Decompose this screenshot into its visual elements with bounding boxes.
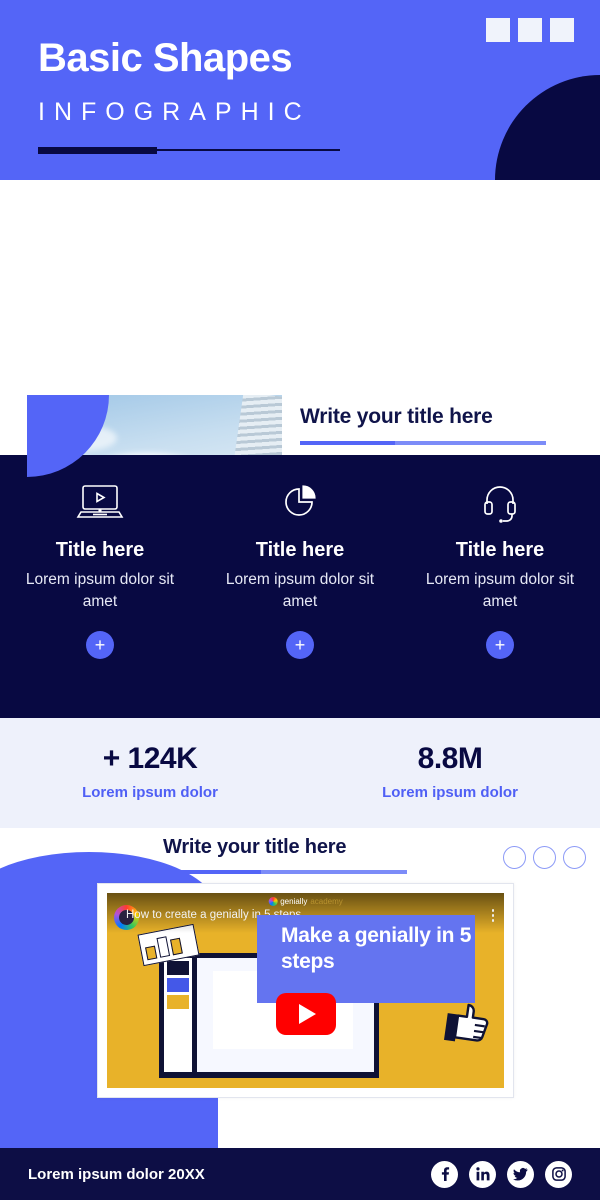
feature-column-2-title: Title here (255, 539, 345, 561)
header-banner: Basic Shapes INFOGRAPHIC (0, 0, 600, 180)
thumb-chart-bar-3 (170, 937, 183, 956)
headset-icon (413, 479, 588, 525)
feature-underline-thick (300, 441, 395, 445)
pie-chart-icon (213, 479, 388, 525)
feature-column-3-plus-button[interactable]: + (486, 631, 514, 659)
stat-2-label: Lorem ipsum dolor (382, 784, 518, 801)
video-overlay-title: Make a genially in 5 steps (257, 915, 475, 1003)
thumb-chart-bar-1 (145, 945, 158, 961)
decor-circle-3 (563, 846, 586, 869)
video-channel-suffix: academy (310, 897, 343, 906)
decor-circle-2 (533, 846, 556, 869)
thumb-sidebar-block-2 (167, 978, 189, 992)
stat-1-label: Lorem ipsum dolor (82, 784, 218, 801)
feature-underline (300, 441, 546, 445)
play-triangle-icon (299, 1003, 316, 1024)
feature-column-1-text: Lorem ipsum dolor sit amet (25, 571, 175, 610)
stats-section: + 124K Lorem ipsum dolor 8.8M Lorem ipsu… (0, 718, 600, 828)
laptop-play-icon (13, 479, 188, 525)
header-square-3 (550, 18, 574, 42)
facebook-icon[interactable] (431, 1160, 458, 1188)
video-title-underline-thick (163, 870, 261, 874)
video-thumbnail[interactable]: Make a genially in 5 steps genially acad… (107, 893, 504, 1088)
decor-circle-1 (503, 846, 526, 869)
feature-title: Write your title here (300, 405, 493, 428)
feature-column-2-plus-button[interactable]: + (286, 631, 314, 659)
feature-column-1-title: Title here (55, 539, 145, 561)
stat-item-2: 8.8M Lorem ipsum dolor (300, 718, 600, 828)
feature-column-3-title: Title here (455, 539, 545, 561)
header-underline-thick (38, 147, 157, 154)
header-square-1 (486, 18, 510, 42)
twitter-icon[interactable] (507, 1160, 534, 1188)
feature-column-3: Title here Lorem ipsum dolor sit amet + (413, 479, 588, 659)
linkedin-icon[interactable] (469, 1160, 496, 1188)
stat-2-number: 8.8M (417, 742, 483, 775)
footer: Lorem ipsum dolor 20XX (0, 1148, 600, 1200)
page-title: Basic Shapes (38, 36, 293, 80)
video-channel-name: genially (280, 897, 308, 906)
thumbs-up-icon (442, 994, 495, 1053)
feature-column-1: Title here Lorem ipsum dolor sit amet + (13, 479, 188, 659)
thumb-screen-sidebar (164, 958, 192, 1072)
video-section-title: Write your title here (163, 836, 347, 858)
thumb-sidebar-block-1 (167, 961, 189, 975)
feature-column-1-plus-button[interactable]: + (86, 631, 114, 659)
feature-section: Write your title here Lorem ipsum dolor … (0, 180, 600, 602)
instagram-icon[interactable] (545, 1160, 572, 1188)
header-squares-decoration (486, 18, 574, 42)
video-player-frame[interactable]: Make a genially in 5 steps genially acad… (97, 883, 514, 1098)
feature-column-3-text: Lorem ipsum dolor sit amet (425, 571, 575, 610)
features-dark-section: Title here Lorem ipsum dolor sit amet + … (0, 455, 600, 718)
header-square-2 (518, 18, 542, 42)
header-corner-shape (495, 75, 600, 180)
thumb-chart-bar-2 (156, 936, 171, 958)
page-subtitle: INFOGRAPHIC (38, 98, 311, 126)
more-options-icon[interactable] (491, 909, 494, 924)
circles-decoration (503, 846, 586, 869)
video-title-underline (163, 870, 407, 874)
thumb-sidebar-block-3 (167, 995, 189, 1009)
footer-text: Lorem ipsum dolor 20XX (28, 1165, 205, 1183)
feature-column-2: Title here Lorem ipsum dolor sit amet + (213, 479, 388, 659)
video-section: Write your title here Make a genially in… (0, 828, 600, 1148)
footer-social-links (431, 1160, 572, 1188)
video-channel-brand: genially academy (268, 897, 343, 906)
video-heading-block: Write your title here (163, 836, 407, 874)
feature-column-2-text: Lorem ipsum dolor sit amet (225, 571, 375, 610)
play-button[interactable] (275, 992, 336, 1035)
genially-brand-dot-icon (268, 897, 278, 906)
stat-item-1: + 124K Lorem ipsum dolor (0, 718, 300, 828)
stat-1-number: + 124K (102, 742, 198, 775)
infographic-page: Basic Shapes INFOGRAPHIC Write your titl… (0, 0, 600, 1200)
